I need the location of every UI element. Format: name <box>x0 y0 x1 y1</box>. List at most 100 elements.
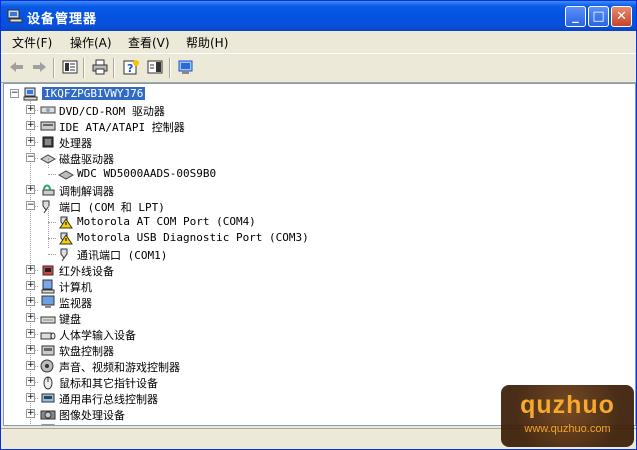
tree-item-label: 调制解调器 <box>59 185 114 198</box>
tree-item-label: 键盘 <box>59 313 81 326</box>
tree-connector <box>48 158 49 168</box>
tree-item[interactable]: − 磁盘驱动器 <box>4 150 604 166</box>
tree-connector <box>48 174 56 175</box>
svg-text:?: ? <box>127 62 133 75</box>
maximize-button[interactable]: □ <box>588 6 609 27</box>
tree-root[interactable]: − IKQFZPGBIVWYJ76 <box>4 86 604 102</box>
toolbar-separator <box>83 58 85 78</box>
collapse-toggle[interactable]: − <box>26 201 35 210</box>
tree-item[interactable]: 通讯端口 (COM1) <box>4 246 604 262</box>
tree-item-label: 通讯端口 (COM1) <box>77 249 168 262</box>
tree-root-label: IKQFZPGBIVWYJ76 <box>42 87 146 100</box>
show-hide-icon[interactable] <box>146 59 164 75</box>
expand-toggle[interactable]: + <box>26 313 35 322</box>
tree-connector <box>48 222 56 223</box>
tree-item-label: 鼠标和其它指针设备 <box>59 377 158 390</box>
watermark-brand: quzhuo <box>520 391 615 419</box>
minimize-button[interactable]: _ <box>565 6 586 27</box>
tree-item[interactable]: + 红外线设备 <box>4 262 604 278</box>
cdrom-icon <box>40 106 56 114</box>
tree-item[interactable]: + 软盘控制器 <box>4 342 604 358</box>
tree-item-label: 监视器 <box>59 297 92 310</box>
tree-item-label: Motorola AT COM Port (COM4) <box>77 215 256 228</box>
expand-toggle[interactable]: + <box>27 425 35 426</box>
keyboard-icon <box>40 316 56 324</box>
floppy-controller-icon <box>41 345 55 356</box>
close-button[interactable]: ✕ <box>611 6 632 27</box>
tree-item[interactable]: + 处理器 <box>4 134 604 150</box>
expand-toggle[interactable]: + <box>26 361 35 370</box>
forward-arrow-icon[interactable] <box>30 59 48 75</box>
tree-item[interactable]: + 键盘 <box>4 310 604 326</box>
network-icon <box>41 424 55 425</box>
expand-toggle[interactable]: + <box>26 121 35 130</box>
watermark-logo: quzhuo www.quzhuo.com <box>501 385 634 447</box>
ide-controller-icon <box>40 121 56 131</box>
tree-item[interactable]: Motorola USB Diagnostic Port (COM3) <box>4 230 604 246</box>
tree-item-label: 红外线设备 <box>59 265 114 278</box>
computer-icon <box>41 279 55 294</box>
tree-item[interactable]: + 调制解调器 <box>4 182 604 198</box>
watermark-url: www.quzhuo.com <box>524 423 611 435</box>
tree-item[interactable]: + IDE ATA/ATAPI 控制器 <box>4 118 604 134</box>
expand-toggle[interactable]: + <box>26 329 35 338</box>
expand-toggle[interactable]: + <box>26 345 35 354</box>
warning-port-icon <box>59 216 73 229</box>
expand-toggle[interactable]: + <box>26 393 35 402</box>
disk-icon <box>58 170 74 180</box>
tree-item-label: 声音、视频和游戏控制器 <box>59 361 180 374</box>
properties-icon[interactable] <box>61 59 79 75</box>
tree-item[interactable]: + 人体学输入设备 <box>4 326 604 342</box>
tree-item-label: 端口 (COM 和 LPT) <box>59 201 165 214</box>
back-arrow-icon[interactable] <box>8 59 26 75</box>
expand-toggle[interactable]: + <box>26 185 35 194</box>
tree-item[interactable]: + 声音、视频和游戏控制器 <box>4 358 604 374</box>
tree-item-label: 人体学输入设备 <box>59 329 136 342</box>
warning-port-icon <box>59 232 73 245</box>
help-icon[interactable]: ? <box>122 59 140 75</box>
toolbar: ? <box>1 53 636 83</box>
device-manager-icon <box>7 9 23 23</box>
tree-item-label: 计算机 <box>59 281 92 294</box>
title-bar[interactable]: 设备管理器 _ □ ✕ <box>1 1 636 31</box>
expand-toggle[interactable]: + <box>26 137 35 146</box>
tree-item-label: 软盘控制器 <box>59 345 114 358</box>
tree-connector <box>48 238 56 239</box>
modem-icon <box>42 184 55 196</box>
tree-connector <box>48 206 49 248</box>
tree-item[interactable]: Motorola AT COM Port (COM4) <box>4 214 604 230</box>
expand-toggle[interactable]: + <box>26 297 35 306</box>
menu-view[interactable]: 查看(V) <box>128 34 170 51</box>
tree-item[interactable]: + 监视器 <box>4 294 604 310</box>
tree-item-label: IDE ATA/ATAPI 控制器 <box>59 121 185 134</box>
tree-item[interactable]: + DVD/CD-ROM 驱动器 <box>4 102 604 118</box>
tree-item-label: 通用串行总线控制器 <box>59 393 158 406</box>
collapse-toggle[interactable]: − <box>26 153 35 162</box>
processor-icon <box>42 136 54 148</box>
print-icon[interactable] <box>91 59 109 75</box>
tree-connector <box>48 254 56 255</box>
tree-item[interactable]: − 端口 (COM 和 LPT) <box>4 198 604 214</box>
menu-help[interactable]: 帮助(H) <box>186 34 228 51</box>
tree-item[interactable]: + 计算机 <box>4 278 604 294</box>
expand-toggle[interactable]: + <box>26 105 35 114</box>
device-manager-window: 设备管理器 _ □ ✕ 文件(F) 操作(A) 查看(V) 帮助(H) ? − … <box>0 0 637 450</box>
tree-item[interactable]: WDC WD5000AADS-00S9B0 <box>4 166 604 182</box>
menu-file[interactable]: 文件(F) <box>12 34 52 51</box>
menu-bar: 文件(F) 操作(A) 查看(V) 帮助(H) <box>1 31 636 52</box>
tree-item-label: WDC WD5000AADS-00S9B0 <box>77 167 217 180</box>
collapse-toggle[interactable]: − <box>10 89 19 98</box>
device-tree[interactable]: − IKQFZPGBIVWYJ76 + DVD/CD-ROM 驱动器 + IDE AT… <box>3 83 636 426</box>
expand-toggle[interactable]: + <box>26 409 35 418</box>
tree-item-label: DVD/CD-ROM 驱动器 <box>59 105 165 118</box>
tree-item-label: 磁盘驱动器 <box>59 153 114 166</box>
expand-toggle[interactable]: + <box>26 281 35 290</box>
expand-toggle[interactable]: + <box>26 265 35 274</box>
port-icon <box>60 248 68 262</box>
scan-hardware-icon[interactable] <box>177 59 195 75</box>
tree-item-label: 网络适配器 <box>59 423 114 425</box>
toolbar-separator <box>169 58 171 78</box>
menu-action[interactable]: 操作(A) <box>70 34 112 51</box>
expand-toggle[interactable]: + <box>26 377 35 386</box>
monitor-icon <box>41 295 55 308</box>
